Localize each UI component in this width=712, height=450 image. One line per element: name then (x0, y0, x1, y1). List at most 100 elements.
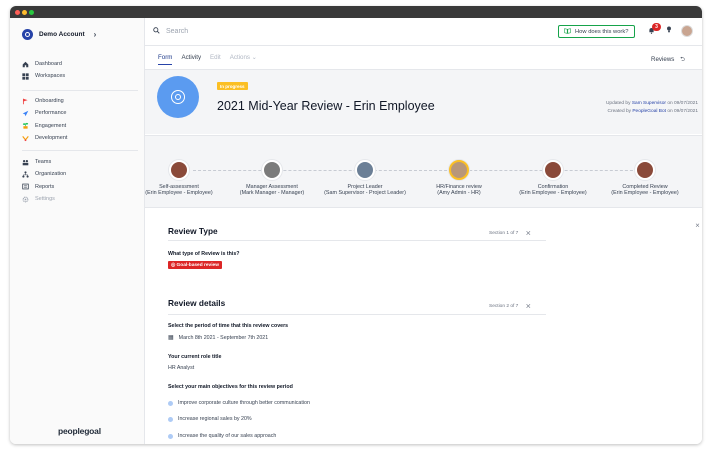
sidebar-item-label: Performance (35, 110, 67, 117)
question-period: Select the period of time that this revi… (168, 323, 289, 329)
sidebar-item-dashboard[interactable]: Dashboard (22, 58, 137, 70)
org-icon (22, 171, 29, 178)
sidebar-item-label: Workspaces (35, 73, 66, 80)
answer-role: HR Analyst (168, 365, 195, 371)
section-divider (168, 240, 546, 241)
sidebar-item-label: Settings (35, 196, 55, 203)
tab-bar: Form Activity Edit Actions ⌄ (158, 54, 257, 65)
plant-icon (22, 122, 29, 129)
sidebar-item-label: Teams (35, 159, 52, 166)
sidebar-item-organization[interactable]: Organization (22, 168, 137, 180)
workflow-step[interactable]: Completed Review (Erin Employee - Employe… (590, 160, 700, 196)
bullet-icon (168, 433, 173, 439)
how-does-this-work-button[interactable]: How does this work? (558, 25, 635, 38)
nav-group-apps: Onboarding Performance Engagement Develo… (22, 95, 137, 144)
updated-date: on 09/07/2021 (667, 101, 698, 106)
answer-tag: ◎ Goal-based review (168, 261, 222, 269)
book-icon (564, 27, 571, 36)
updated-line: Updated by Sam Supervisor on 09/07/2021 (606, 100, 698, 108)
chevron-right-icon: › (93, 30, 97, 39)
nav-group-admin: Teams Organization Reports Settings (22, 156, 137, 205)
app-window: Demo Account › Dashboard Workspaces Onbo… (10, 6, 702, 444)
tab-form[interactable]: Form (158, 54, 173, 65)
tab-activity[interactable]: Activity (181, 54, 201, 65)
home-icon (22, 61, 29, 68)
account-logo-icon (22, 29, 33, 40)
answer-tag-label: Goal-based review (176, 262, 219, 268)
sidebar-item-label: Reports (35, 183, 55, 190)
sidebar-item-development[interactable]: Development (22, 132, 137, 144)
maximize-window-button[interactable] (29, 10, 34, 15)
tab-actions[interactable]: Actions ⌄ (230, 54, 257, 65)
calendar-icon: ▦ (168, 335, 174, 341)
objective-item: Increase regional sales by 20% (168, 416, 252, 422)
reviews-label: Reviews (651, 56, 675, 63)
updated-prefix: Updated by (605, 101, 631, 106)
reviews-back-link[interactable]: Reviews ⮌ (651, 54, 685, 65)
sidebar-divider (22, 90, 138, 91)
close-window-button[interactable] (15, 10, 20, 15)
flag-icon (22, 98, 29, 105)
sidebar-item-teams[interactable]: Teams (22, 156, 137, 168)
sidebar-item-settings[interactable]: Settings (22, 193, 137, 205)
sidebar-item-engagement[interactable]: Engagement (22, 120, 137, 132)
collapse-section-icon[interactable]: ⨯ (525, 302, 531, 310)
lightbulb-icon[interactable] (666, 26, 672, 35)
objective-item: Increase the quality of our sales approa… (168, 433, 276, 439)
created-by-link[interactable]: PeopleGoal Bot (632, 109, 666, 114)
reports-icon (22, 183, 29, 190)
sidebar-item-label: Dashboard (35, 61, 62, 68)
question-role: Your current role title (168, 354, 222, 360)
sidebar: Demo Account › Dashboard Workspaces Onbo… (10, 18, 145, 444)
review-header: In progress 2021 Mid-Year Review - Erin … (145, 69, 702, 134)
grid-icon (22, 73, 29, 80)
search-input[interactable]: Search (166, 28, 188, 35)
gear-icon (22, 196, 29, 203)
created-line: Created by PeopleGoal Bot on 09/07/2021 (606, 108, 698, 116)
rocket-icon (22, 110, 29, 117)
top-bar: Search How does this work? 3 (145, 18, 702, 46)
nav-group-main: Dashboard Workspaces (22, 58, 137, 83)
section-title-review-details: Review details (168, 298, 226, 308)
search-bar[interactable]: Search (153, 27, 188, 36)
tab-edit[interactable]: Edit (210, 54, 221, 65)
objective-label: Improve corporate culture through better… (178, 400, 310, 406)
sidebar-item-label: Development (35, 135, 68, 142)
window-titlebar (10, 6, 702, 18)
sidebar-divider (22, 150, 138, 151)
tab-actions-label: Actions (229, 54, 251, 61)
section-title-review-type: Review Type (168, 226, 218, 236)
minimize-window-button[interactable] (22, 10, 27, 15)
updated-by-link[interactable]: Sam Supervisor (632, 101, 666, 106)
step-assignee: (Erin Employee - Employee) (611, 190, 679, 196)
created-date: on 09/07/2021 (667, 108, 698, 114)
sidebar-item-performance[interactable]: Performance (22, 107, 137, 119)
brand-logo: peoplegoal (58, 426, 101, 436)
user-avatar[interactable] (681, 25, 693, 37)
sidebar-item-workspaces[interactable]: Workspaces (22, 70, 137, 82)
target-icon: ◎ (171, 262, 176, 268)
sidebar-item-onboarding[interactable]: Onboarding (22, 95, 137, 107)
sidebar-item-label: Onboarding (35, 98, 64, 105)
how-button-label: How does this work? (575, 28, 629, 35)
account-name: Demo Account (39, 31, 85, 38)
review-target-icon (157, 76, 199, 118)
back-arrow-icon: ⮌ (680, 56, 686, 63)
bullet-icon (168, 400, 173, 406)
collapse-all-icon[interactable]: ⨯ (695, 222, 700, 229)
teams-icon (22, 159, 29, 166)
sidebar-item-reports[interactable]: Reports (22, 181, 137, 193)
account-switcher[interactable]: Demo Account › (22, 29, 96, 40)
collapse-section-icon[interactable]: ⨯ (525, 229, 531, 237)
objective-label: Increase the quality of our sales approa… (178, 433, 277, 439)
main-content: Search How does this work? 3 Form Activi… (145, 18, 702, 444)
avatar (449, 160, 469, 180)
question-objectives: Select your main objectives for this rev… (168, 384, 293, 390)
chevron-down-icon: ⌄ (251, 54, 257, 61)
bullet-icon (168, 416, 173, 422)
period-value: March 8th 2021 - September 7th 2021 (178, 334, 269, 341)
section-meta: Section 2 of 7 ⨯ (489, 302, 531, 310)
created-prefix: Created by (607, 108, 632, 114)
avatar (543, 160, 563, 180)
objective-item: Improve corporate culture through better… (168, 400, 310, 406)
